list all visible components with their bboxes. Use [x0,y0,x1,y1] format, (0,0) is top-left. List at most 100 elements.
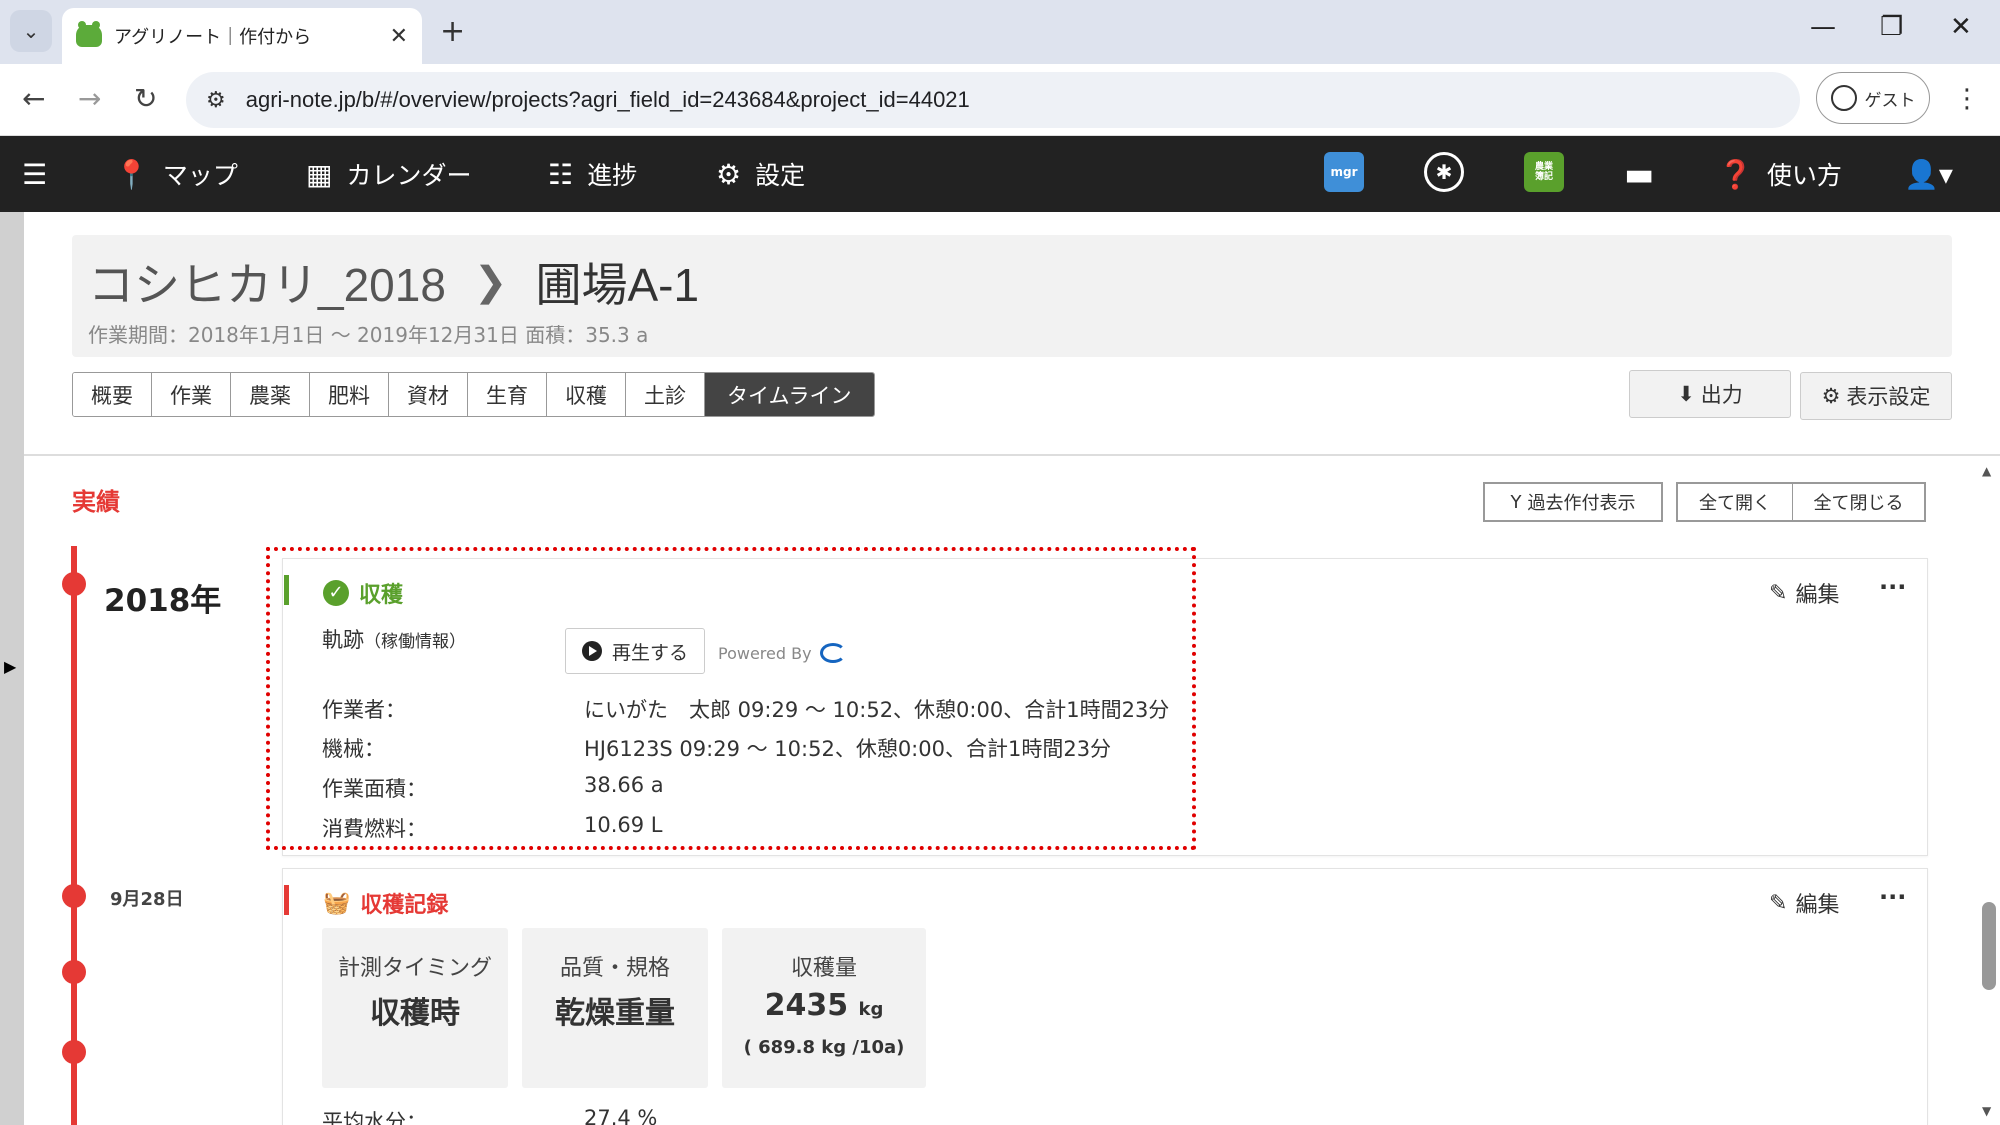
close-tab-icon[interactable]: ✕ [390,24,408,49]
timing-stat: 計測タイミング 収穫時 [322,928,508,1088]
timeline-dot [62,1040,86,1064]
nav-map-label: マップ [162,161,238,190]
moisture-label: 平均水分： [322,1110,427,1125]
scroll-down-icon[interactable]: ▼ [1982,1104,1991,1118]
yield-stat: 収穫量 2435 kg ( 689.8 kg /10a) [722,928,926,1088]
browser-tabbar: ⌄ アグリノート｜作付から ✕ + — ❐ ✕ [0,0,2000,64]
tab-harvest[interactable]: 収穫 [547,373,626,416]
edit-icon: ✎ [1769,890,1788,916]
card-accent-bar [284,885,289,915]
restore-icon[interactable]: ❐ [1880,12,1903,42]
gear-icon: ⚙ [716,157,742,191]
download-icon: ⬇ [1677,382,1695,406]
nav-calendar-label: カレンダー [346,161,472,190]
timeline-line [71,546,77,1125]
gear-icon: ⚙ [1821,384,1841,408]
timeline-dot [62,960,86,984]
nav-settings[interactable]: ⚙ 設定 [716,136,805,212]
edit-label: 編集 [1795,893,1840,918]
display-settings-button[interactable]: ⚙ 表示設定 [1800,372,1952,420]
farm-bookkeeping-icon[interactable]: 農業 簿記 [1524,152,1564,192]
tab-material[interactable]: 資材 [389,373,468,416]
past-crops-button[interactable]: Y 過去作付表示 [1483,482,1663,522]
mgr-app-icon[interactable]: mgr [1324,152,1364,192]
breadcrumb: コシヒカリ_2018 ❯ 圃場A-1 [88,249,699,315]
export-button[interactable]: ⬇ 出力 [1629,370,1791,418]
yield-unit: kg [858,999,884,1020]
browser-menu-icon[interactable]: ⋮ [1954,84,1980,114]
tab-overview[interactable]: 概要 [73,373,152,416]
display-settings-label: 表示設定 [1846,385,1931,409]
crop-name[interactable]: コシヒカリ_2018 [88,249,446,315]
menu-toggle-icon[interactable]: ☰ [22,136,61,212]
calendar-icon: ▦ [306,157,333,191]
tab-title: アグリノート｜作付から [114,27,312,48]
app-nav: ☰ 📍 マップ ▦ カレンダー ☷ 進捗 ⚙ 設定 mgr ✱ 農業 簿記 ▬ … [0,136,2000,212]
timeline-year: 2018年 [104,583,222,619]
timeline-dot [62,572,86,596]
browser-tab[interactable]: アグリノート｜作付から ✕ [62,8,422,64]
address-bar[interactable]: ⚙ agri-note.jp/b/#/overview/projects?agr… [186,72,1800,128]
more-options-icon[interactable]: ··· [1879,883,1906,911]
profile-button[interactable]: ゲスト [1816,72,1930,124]
scroll-thumb[interactable] [1982,902,1996,990]
quality-value: 乾燥重量 [555,996,675,1031]
more-options-icon[interactable]: ··· [1879,573,1906,601]
field-name: 圃場A-1 [535,259,700,311]
tab-work[interactable]: 作業 [152,373,231,416]
expand-sidebar-icon[interactable]: ▶ [4,657,16,676]
frog-favicon-icon [76,21,102,47]
tab-pesticide[interactable]: 農薬 [231,373,310,416]
edit-icon: ✎ [1769,580,1788,606]
nav-progress[interactable]: ☷ 進捗 [548,136,637,212]
past-crops-label: 過去作付表示 [1527,493,1636,514]
yield-value: 2435 [764,988,849,1023]
yield-value-row: 2435 kg [722,988,926,1023]
yield-label: 収穫量 [790,956,857,981]
nav-settings-label: 設定 [755,161,806,190]
close-window-icon[interactable]: ✕ [1950,12,1972,42]
page-scrollbar[interactable]: ▲ ▼ [1976,456,2000,1125]
chevron-right-icon: ❯ [473,260,508,304]
edit-button[interactable]: ✎ 編集 [1769,577,1839,609]
reload-icon[interactable]: ↻ [134,82,157,115]
nav-map[interactable]: 📍 マップ [114,136,238,212]
nav-help-label: 使い方 [1766,161,1842,190]
tab-fertilizer[interactable]: 肥料 [310,373,389,416]
collapsed-sidebar[interactable]: ▶ [0,212,24,1125]
quality-label: 品質・規格 [559,956,670,981]
back-icon[interactable]: ← [22,82,45,115]
tab-list-chevron-icon[interactable]: ⌄ [10,10,52,52]
forward-icon[interactable]: → [78,82,101,115]
nav-help[interactable]: ❓ 使い方 [1718,136,1842,212]
nav-progress-label: 進捗 [587,161,638,190]
tab-soil[interactable]: 土診 [626,373,705,416]
farm-badge-label: 農業 簿記 [1534,162,1553,182]
export-label: 出力 [1700,383,1743,407]
minimize-icon[interactable]: — [1810,12,1836,42]
project-tabs: 概要 作業 農薬 肥料 資材 生育 収穫 土診 タイムライン [72,372,875,417]
pin-icon: 📍 [114,157,149,191]
tab-timeline[interactable]: タイムライン [705,373,874,416]
mgr-badge-label: mgr [1330,165,1358,179]
browser-toolbar: ← → ↻ ⚙ agri-note.jp/b/#/overview/projec… [0,64,2000,136]
section-title: 実績 [72,488,120,516]
site-settings-icon[interactable]: ⚙ [206,88,226,113]
quality-stat: 品質・規格 乾燥重量 [522,928,708,1088]
timeline-date: 9月28日 [110,889,184,910]
highlight-box [266,547,1196,850]
list-icon: ☷ [548,157,574,191]
divider [24,454,2000,456]
chat-icon[interactable]: ▬ [1624,136,1668,212]
collapse-all-button[interactable]: 全て閉じる [1792,482,1926,522]
tab-growth[interactable]: 生育 [468,373,547,416]
edit-button[interactable]: ✎ 編集 [1769,887,1839,919]
new-tab-icon[interactable]: + [440,14,465,49]
asterisk-app-icon[interactable]: ✱ [1424,152,1464,192]
expand-all-button[interactable]: 全て開く [1676,482,1794,522]
user-menu-icon[interactable]: 👤▾ [1904,136,1967,212]
project-period: 作業期間：2018年1月1日 〜 2019年12月31日 面積：35.3 a [88,323,649,347]
url-text[interactable]: agri-note.jp/b/#/overview/projects?agri_… [246,87,970,113]
nav-calendar[interactable]: ▦ カレンダー [306,136,471,212]
scroll-up-icon[interactable]: ▲ [1982,464,1991,478]
